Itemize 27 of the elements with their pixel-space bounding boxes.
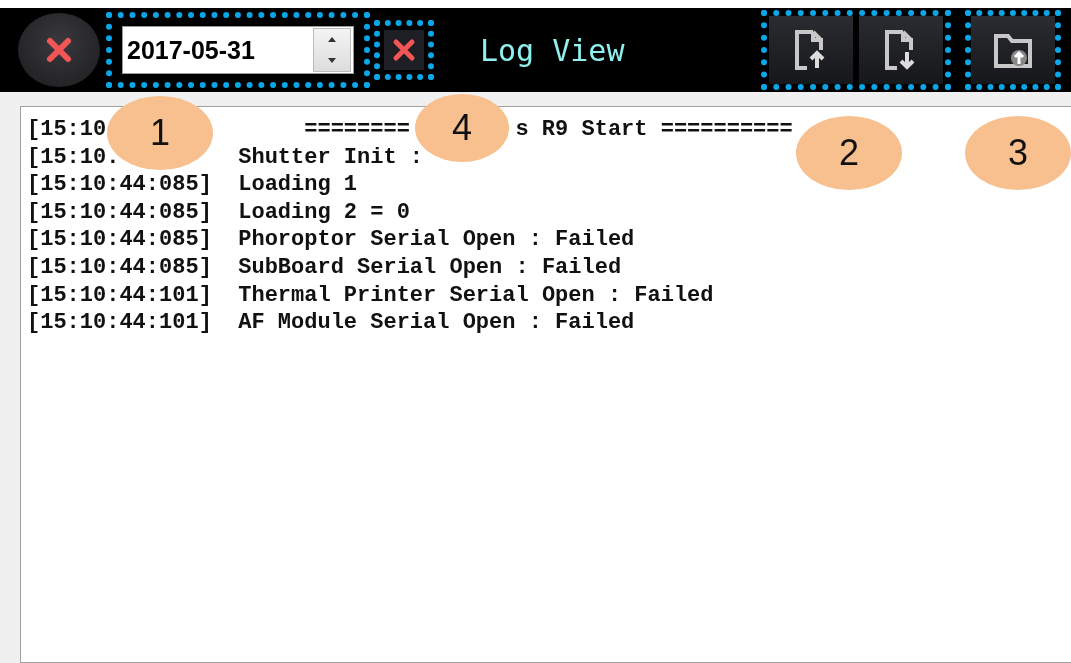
clear-button[interactable] [384,30,424,70]
download-file-button[interactable] [859,16,943,84]
upload-file-button[interactable] [769,16,853,84]
log-message: ======== [304,116,410,144]
log-timestamp: [15:10:44:101] [27,282,212,308]
log-timestamp: [15:10:44:101] [27,310,212,336]
log-message: Phoroptor Serial Open : Failed [238,226,635,254]
log-timestamp: [15:10:44:085] [27,172,212,198]
log-timestamp: [15:10 [27,117,107,142]
log-message: SubBoard Serial Open : Failed [238,253,622,282]
log-message: AF Module Serial Open : Failed [238,309,635,337]
spinner[interactable] [313,28,351,72]
close-icon [44,35,74,65]
date-value: 2017-05-31 [126,35,256,65]
close-icon [392,38,416,62]
log-timestamp: [15:10:44:085] [27,199,212,225]
window-title: Log View [480,32,625,68]
folder-upload-button[interactable] [971,16,1055,84]
down-arrow-icon [328,58,336,63]
log-message: Loading 1 [238,171,358,199]
date-field[interactable]: 2017-05-31 [122,26,354,74]
log-timestamp: [15:10:44:085] [27,227,212,253]
log-timestamp: [15:10:44:085] [27,254,212,280]
log-message: Loading 2 = 0 [238,198,410,227]
up-arrow-icon [328,37,336,42]
log-message: s R9 Start ========== [515,116,793,144]
log-message: Thermal Printer Serial Open : Failed [238,281,714,310]
